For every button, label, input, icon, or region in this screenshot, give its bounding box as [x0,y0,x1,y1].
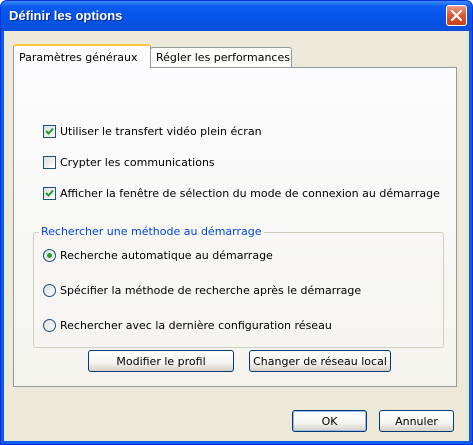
options-dialog: Définir les options Paramètres généraux … [0,0,473,445]
cancel-button[interactable]: Annuler [379,410,454,432]
title-bar[interactable]: Définir les options [1,1,472,31]
connection-mode-label: Afficher la fenêtre de sélection du mode… [60,187,440,200]
encrypt-option[interactable]: Crypter les communications [43,156,215,169]
fullscreen-video-checkbox[interactable] [43,125,56,138]
group-legend: Rechercher une méthode au démarrage [39,225,264,238]
change-lan-button[interactable]: Changer de réseau local [249,350,391,372]
connection-mode-checkbox[interactable] [43,187,56,200]
radio-last-config[interactable]: Rechercher avec la dernière configuratio… [43,319,332,332]
tab-label: Régler les performances [156,51,290,64]
search-method-group: Rechercher une méthode au démarrage Rech… [33,225,444,348]
checkmark-icon [45,189,54,197]
radio-label: Spécifier la méthode de recherche après … [60,284,362,297]
radio-specify-method[interactable]: Spécifier la méthode de recherche après … [43,284,361,297]
radio-label: Rechercher avec la dernière configuratio… [60,319,332,332]
close-button[interactable] [446,5,467,26]
radio-button[interactable] [43,249,56,262]
radio-label: Recherche automatique au démarrage [60,249,273,262]
fullscreen-video-label: Utiliser le transfert vidéo plein écran [60,125,262,138]
close-icon [451,10,462,21]
tab-panel-general: Utiliser le transfert vidéo plein écran … [13,67,457,387]
ok-button[interactable]: OK [292,410,367,432]
radio-button[interactable] [43,319,56,332]
tab-label: Paramètres généraux [19,51,138,64]
tab-general-settings[interactable]: Paramètres généraux [13,44,151,68]
connection-mode-option[interactable]: Afficher la fenêtre de sélection du mode… [43,187,440,200]
dialog-body: Paramètres généraux Régler les performan… [4,31,469,441]
fullscreen-video-option[interactable]: Utiliser le transfert vidéo plein écran [43,125,262,138]
checkmark-icon [45,127,54,135]
radio-button[interactable] [43,284,56,297]
encrypt-checkbox[interactable] [43,156,56,169]
tab-performance[interactable]: Régler les performances [150,47,292,67]
radio-selected-dot [47,253,52,258]
encrypt-label: Crypter les communications [60,156,215,169]
window-title: Définir les options [9,8,123,23]
edit-profile-button[interactable]: Modifier le profil [88,350,234,372]
radio-auto-search[interactable]: Recherche automatique au démarrage [43,249,273,262]
